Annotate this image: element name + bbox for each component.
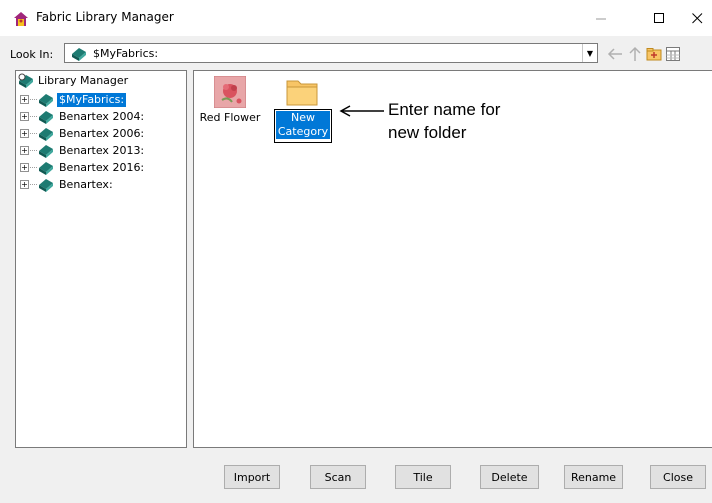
library-book-icon — [39, 178, 53, 192]
minimize-button[interactable] — [578, 0, 624, 36]
up-arrow-icon — [629, 46, 641, 61]
look-in-value: $MyFabrics: — [93, 47, 159, 60]
tree-item-label: $MyFabrics: — [57, 92, 127, 107]
tree-item-benartex-2006[interactable]: + Benartex 2006: — [20, 126, 146, 141]
annotation-line-1: Enter name for — [388, 100, 501, 119]
expand-icon[interactable]: + — [20, 112, 29, 121]
library-book-icon — [39, 161, 53, 175]
fabric-item-label: Red Flower — [199, 111, 261, 124]
up-folder-button[interactable] — [626, 45, 644, 63]
library-book-icon — [72, 48, 86, 61]
scan-button[interactable]: Scan — [310, 465, 366, 489]
close-window-button[interactable] — [682, 0, 712, 36]
view-menu-button[interactable] — [664, 45, 682, 63]
fabric-library-window: Fabric Library Manager Look In: $MyFabri… — [0, 0, 712, 503]
expand-icon[interactable]: + — [20, 95, 29, 104]
import-button[interactable]: Import — [224, 465, 280, 489]
tile-button[interactable]: Tile — [395, 465, 451, 489]
rename-button[interactable]: Rename — [564, 465, 623, 489]
annotation-arrow-icon — [339, 105, 384, 117]
expand-icon[interactable]: + — [20, 129, 29, 138]
tree-connector — [30, 99, 37, 100]
tree-connector — [30, 167, 37, 168]
look-in-combobox[interactable]: $MyFabrics: ▼ — [64, 43, 598, 63]
tree-item-label: Benartex 2004: — [59, 109, 145, 123]
rename-text-line2: Category — [276, 125, 330, 139]
folder-icon — [286, 80, 318, 106]
annotation-text: Enter name for new folder — [388, 98, 500, 144]
library-manager-icon — [18, 73, 33, 88]
close-icon — [691, 12, 702, 23]
tree-item-benartex-2016[interactable]: + Benartex 2016: — [20, 160, 146, 175]
app-house-icon — [14, 12, 28, 26]
tree-connector — [30, 150, 37, 151]
tree-item-benartex-2004[interactable]: + Benartex 2004: — [20, 109, 146, 124]
tree-item-label: Benartex 2006: — [59, 126, 145, 140]
tree-connector — [30, 116, 37, 117]
tree-item-myfabrics[interactable]: + $MyFabrics: — [20, 92, 127, 107]
library-book-icon — [39, 127, 53, 141]
tree-item-benartex[interactable]: + Benartex: — [20, 177, 115, 192]
close-button[interactable]: Close — [650, 465, 706, 489]
minimize-icon — [595, 18, 606, 19]
window-title: Fabric Library Manager — [36, 10, 174, 24]
new-folder-button[interactable] — [645, 45, 663, 63]
tree-item-label: Benartex 2016: — [59, 160, 145, 174]
expand-icon[interactable]: + — [20, 146, 29, 155]
details-view-icon — [666, 47, 680, 61]
folder-rename-input[interactable]: New Category — [274, 109, 332, 143]
fabric-swatch-icon — [214, 76, 246, 108]
tree-connector — [30, 184, 37, 185]
expand-icon[interactable]: + — [20, 180, 29, 189]
library-book-icon — [39, 110, 53, 124]
back-arrow-icon — [607, 48, 622, 60]
expand-icon[interactable]: + — [20, 163, 29, 172]
back-button[interactable] — [606, 45, 624, 63]
tree-item-label: Benartex: — [59, 177, 113, 191]
annotation-line-2: new folder — [388, 123, 467, 142]
library-book-icon — [39, 144, 53, 158]
look-in-label: Look In: — [10, 48, 54, 61]
new-folder-icon — [646, 48, 662, 61]
maximize-button[interactable] — [636, 0, 682, 36]
delete-button[interactable]: Delete — [480, 465, 539, 489]
maximize-icon — [653, 12, 664, 23]
library-book-icon — [39, 93, 53, 107]
tree-item-label: Benartex 2013: — [59, 143, 145, 157]
rename-text-line1: New — [276, 111, 330, 125]
tree-root-label: Library Manager — [38, 74, 129, 87]
dropdown-arrow-icon[interactable]: ▼ — [582, 44, 597, 62]
title-bar: Fabric Library Manager — [0, 0, 712, 36]
tree-connector — [30, 133, 37, 134]
tree-item-benartex-2013[interactable]: + Benartex 2013: — [20, 143, 146, 158]
library-tree[interactable]: Library Manager + $MyFabrics: + Benartex… — [15, 70, 187, 448]
tree-root-library-manager[interactable]: Library Manager — [18, 73, 130, 89]
